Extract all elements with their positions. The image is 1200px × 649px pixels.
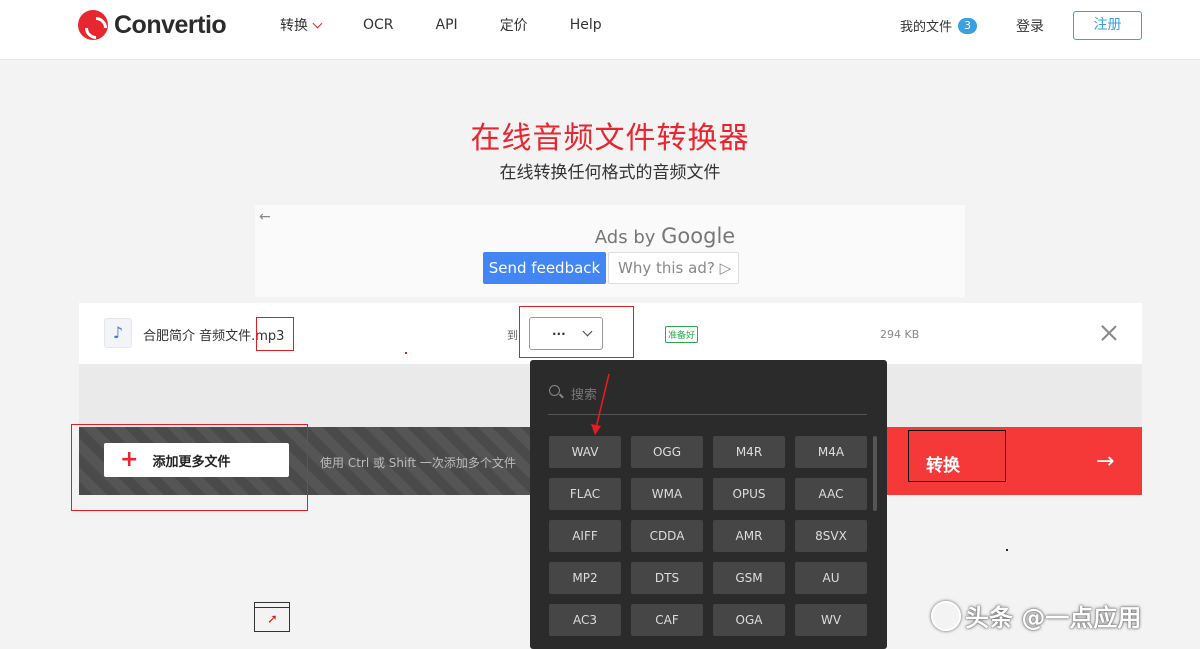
status-badge: 准备好 — [665, 326, 699, 343]
nav-help-label: Help — [569, 17, 602, 33]
format-option-8svx[interactable]: 8SVX — [795, 520, 867, 552]
main-nav: 转换 OCR API 定价 Help — [280, 0, 644, 50]
watermark: 头条 @一点应用 — [931, 598, 1141, 633]
format-grid: WAV OGG M4R M4A FLAC WMA OPUS AAC AIFF CDDA AMR 8SV… — [549, 436, 871, 636]
ads-by-label: Ads by — [594, 227, 656, 248]
format-option-m4r[interactable]: M4R — [713, 436, 785, 468]
ads-by-google: Ads by Google — [255, 224, 1075, 248]
send-feedback-button[interactable]: Send feedback — [483, 252, 606, 284]
my-files-label: 我的文件 — [900, 20, 953, 35]
format-option-wv[interactable]: WV — [795, 604, 867, 636]
register-button[interactable]: 注册 — [1073, 11, 1142, 40]
to-label: 到 — [507, 329, 518, 342]
play-triangle-icon: ▷ — [719, 259, 732, 277]
format-dropdown: 搜索 WAV OGG M4R M4A FLAC WMA OPUS AAC AIFF CDDA AMR… — [530, 360, 887, 649]
annotation-box-convert — [908, 430, 1006, 482]
nav-ocr[interactable]: OCR — [363, 17, 394, 33]
login-link[interactable]: 登录 — [1016, 16, 1044, 36]
nav-help[interactable]: Help — [570, 17, 602, 33]
chevron-down-icon — [312, 18, 323, 28]
files-count-badge: 3 — [958, 17, 978, 34]
music-note-icon: ♪ — [104, 318, 132, 348]
annotation-box-format-select — [519, 306, 634, 358]
page-subtitle: 在线转换任何格式的音频文件 — [499, 163, 721, 183]
annotation-dot — [1006, 549, 1008, 551]
format-option-aac[interactable]: AAC — [795, 478, 867, 510]
my-files-link[interactable]: 我的文件 3 — [900, 16, 978, 35]
google-label: Google — [661, 224, 736, 248]
format-option-gsm[interactable]: GSM — [713, 562, 785, 594]
annotation-arrow-icon — [591, 373, 610, 435]
cursor-icon: ➚ — [267, 612, 278, 627]
why-this-ad-button[interactable]: Why this ad? ▷ — [608, 252, 739, 284]
annotation-box-extension — [256, 317, 294, 351]
page-title: 在线音频文件转换器 — [470, 121, 750, 156]
annotation-box-add-files — [71, 424, 308, 511]
format-option-m4a[interactable]: M4A — [795, 436, 867, 468]
brand-logo[interactable]: Convertio — [78, 10, 227, 40]
format-option-wav[interactable]: WAV — [549, 436, 621, 468]
why-this-ad-label: Why this ad? — [618, 259, 715, 277]
format-option-ac3[interactable]: AC3 — [549, 604, 621, 636]
multi-select-hint: 使用 Ctrl 或 Shift 一次添加多个文件 — [320, 456, 516, 470]
annotation-dot — [405, 352, 407, 354]
nav-convert[interactable]: 转换 — [280, 15, 323, 35]
format-option-opus[interactable]: OPUS — [713, 478, 785, 510]
file-size: 294 KB — [880, 328, 920, 341]
format-option-amr[interactable]: AMR — [713, 520, 785, 552]
toutiao-logo-icon — [931, 600, 961, 631]
nav-pricing-label: 定价 — [499, 18, 528, 34]
screen-cursor-icon: ➚ — [254, 602, 290, 632]
nav-pricing[interactable]: 定价 — [500, 15, 528, 35]
format-option-aiff[interactable]: AIFF — [549, 520, 621, 552]
nav-ocr-label: OCR — [363, 17, 394, 33]
format-option-mp2[interactable]: MP2 — [549, 562, 621, 594]
nav-convert-label: 转换 — [280, 18, 308, 34]
nav-api-label: API — [435, 17, 458, 33]
arrow-left-icon[interactable]: ← — [259, 209, 271, 225]
format-option-au[interactable]: AU — [795, 562, 867, 594]
dropdown-scrollbar[interactable] — [873, 436, 877, 511]
format-option-oga[interactable]: OGA — [713, 604, 785, 636]
format-option-ogg[interactable]: OGG — [631, 436, 703, 468]
nav-api[interactable]: API — [436, 17, 458, 33]
format-option-cdda[interactable]: CDDA — [631, 520, 703, 552]
top-header: Convertio 转换 OCR API 定价 Help 我的文件 3 登录 注… — [0, 0, 1200, 60]
ad-panel: ← Ads by Google Send feedback Why this a… — [255, 205, 965, 297]
brand-name: Convertio — [114, 10, 227, 39]
format-option-wma[interactable]: WMA — [631, 478, 703, 510]
format-option-flac[interactable]: FLAC — [549, 478, 621, 510]
convertio-logo-icon — [78, 10, 108, 40]
format-option-caf[interactable]: CAF — [631, 604, 703, 636]
close-icon[interactable] — [1101, 325, 1117, 341]
arrow-right-icon: → — [1096, 449, 1115, 474]
search-icon — [549, 385, 560, 396]
file-name-base: 合肥简介 音频文件. — [143, 329, 256, 344]
format-option-dts[interactable]: DTS — [631, 562, 703, 594]
watermark-text: 头条 @一点应用 — [965, 604, 1142, 632]
